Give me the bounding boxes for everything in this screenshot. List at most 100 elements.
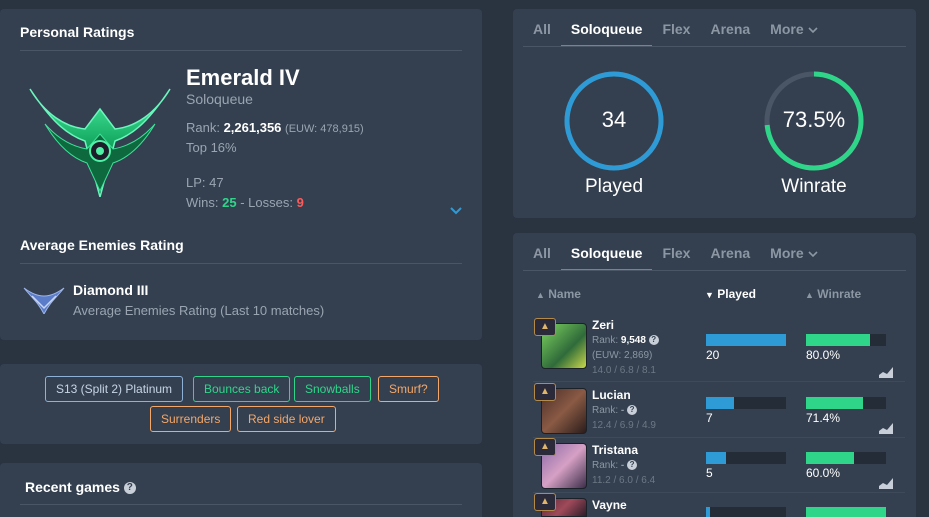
divider <box>20 263 462 264</box>
tag-red-side-lover[interactable]: Red side lover <box>237 406 336 432</box>
recent-games-panel: Recent games ? <box>0 463 482 517</box>
played-count: 20 <box>706 348 720 362</box>
sort-desc-icon: ▼ <box>705 290 714 300</box>
played-bar-fill <box>706 452 726 464</box>
tag-surrenders[interactable]: Surrenders <box>150 406 232 432</box>
champion-kda: 12.4 / 6.9 / 4.9 <box>592 420 656 431</box>
played-bar-fill <box>706 507 710 517</box>
rank-top-percent: Top 16% <box>186 140 237 155</box>
row-divider <box>533 437 905 438</box>
help-icon[interactable]: ? <box>627 405 638 416</box>
rank-label: Rank: <box>186 120 224 135</box>
champion-rank-label: Rank: <box>592 335 621 346</box>
champion-rank-value: - <box>620 405 625 416</box>
winrate-bar <box>806 507 886 517</box>
chevron-down-icon <box>807 251 818 258</box>
champion-rank: Rank: 9,548 ? <box>592 335 659 346</box>
tab-flex[interactable]: Flex <box>652 243 700 271</box>
trend-chart-icon[interactable] <box>879 422 893 434</box>
trend-chart-icon[interactable] <box>879 477 893 489</box>
tab-flex[interactable]: Flex <box>652 19 700 47</box>
played-bar-fill <box>706 334 786 346</box>
winrate-value: 71.4% <box>806 411 841 425</box>
champion-rank-region: (EUW: 2,869) <box>592 350 653 361</box>
tag-smurf[interactable]: Smurf? <box>378 376 439 402</box>
tab-more-label: More <box>770 21 804 37</box>
losses-value: 9 <box>296 195 304 210</box>
recent-games-title: Recent games ? <box>25 479 136 495</box>
help-icon[interactable]: ? <box>123 482 136 495</box>
champion-rank: Rank: - ? <box>592 405 638 416</box>
row-divider <box>533 381 905 382</box>
column-header-name[interactable]: ▲︎ Name <box>536 287 581 301</box>
diamond-rank-icon <box>23 287 65 314</box>
personal-ratings-panel: Personal Ratings Emerald IV Soloqueue Ra… <box>0 9 482 340</box>
champion-name[interactable]: Zeri <box>592 318 614 332</box>
tab-soloqueue[interactable]: Soloqueue <box>560 243 653 271</box>
winrate-bar <box>806 452 886 464</box>
champion-name[interactable]: Vayne <box>592 498 627 512</box>
tags-panel: S13 (Split 2) Platinum Bounces back Snow… <box>0 364 482 444</box>
tab-more-label: More <box>770 245 804 261</box>
column-header-winrate[interactable]: ▲︎ Winrate <box>805 287 861 301</box>
role-badge-icon: ▲ <box>534 383 556 401</box>
tag-s13-platinum[interactable]: S13 (Split 2) Platinum <box>45 376 184 402</box>
champion-rank-label: Rank: <box>592 460 621 471</box>
divider <box>20 504 462 505</box>
tab-all[interactable]: All <box>523 243 561 271</box>
winrate-value: 73.5% <box>782 107 846 132</box>
winrate-label: Winrate <box>781 176 847 197</box>
tag-bounces-back[interactable]: Bounces back <box>193 376 291 402</box>
tag-snowballs[interactable]: Snowballs <box>294 376 371 402</box>
column-header-winrate-label: Winrate <box>817 287 862 301</box>
divider <box>523 46 906 47</box>
winrate-bar <box>806 334 886 346</box>
played-bar <box>706 452 786 464</box>
champion-name[interactable]: Tristana <box>592 443 638 457</box>
played-bar <box>706 334 786 346</box>
role-badge-icon: ▲ <box>534 438 556 456</box>
played-bar-fill <box>706 397 734 409</box>
rank-name: Emerald IV <box>186 65 300 90</box>
wins-value: 25 <box>222 195 237 210</box>
champion-name[interactable]: Lucian <box>592 388 631 402</box>
sort-icon: ▲︎ <box>805 290 814 300</box>
help-icon[interactable]: ? <box>648 335 659 346</box>
tab-soloqueue[interactable]: Soloqueue <box>560 19 653 47</box>
winrate-value: 60.0% <box>806 466 841 480</box>
champion-queue-tabs: All Soloqueue Flex Arena More <box>523 243 828 271</box>
tab-more[interactable]: More <box>760 19 827 47</box>
league-points: LP: 47 <box>186 175 224 190</box>
divider <box>523 270 906 271</box>
personal-ratings-title: Personal Ratings <box>20 24 135 40</box>
tab-all[interactable]: All <box>523 19 561 47</box>
played-label: Played <box>584 176 644 197</box>
column-header-name-label: Name <box>548 287 581 301</box>
chevron-down-icon[interactable] <box>449 206 463 216</box>
enemies-rank-name: Diamond III <box>73 282 149 298</box>
emerald-rank-emblem <box>29 88 171 197</box>
role-badge-icon: ▲ <box>534 318 556 336</box>
divider <box>20 50 462 51</box>
trend-chart-icon[interactable] <box>879 366 893 378</box>
champion-rank-label: Rank: <box>592 405 621 416</box>
row-divider <box>533 492 905 493</box>
queue-stats-panel: All Soloqueue Flex Arena More 34 Played … <box>513 9 916 218</box>
winrate-value: 80.0% <box>806 348 841 362</box>
recent-games-label: Recent games <box>25 479 120 495</box>
champion-kda: 11.2 / 6.0 / 6.4 <box>592 475 656 486</box>
winrate-bar <box>806 397 886 409</box>
played-bar <box>706 507 786 517</box>
chevron-down-icon <box>807 27 818 34</box>
wins-losses: Wins: 25 - Losses: 9 <box>186 195 304 210</box>
wins-label: Wins: <box>186 195 223 210</box>
tab-more[interactable]: More <box>760 243 827 271</box>
tab-arena[interactable]: Arena <box>700 19 760 47</box>
column-header-played[interactable]: ▼ Played <box>705 287 756 301</box>
help-icon[interactable]: ? <box>627 460 638 471</box>
tab-arena[interactable]: Arena <box>700 243 760 271</box>
winrate-bar-fill <box>806 452 854 464</box>
champion-rank-value: 9,548 <box>620 335 646 346</box>
champion-kda: 14.0 / 6.8 / 8.1 <box>592 365 656 376</box>
column-header-played-label: Played <box>717 287 756 301</box>
